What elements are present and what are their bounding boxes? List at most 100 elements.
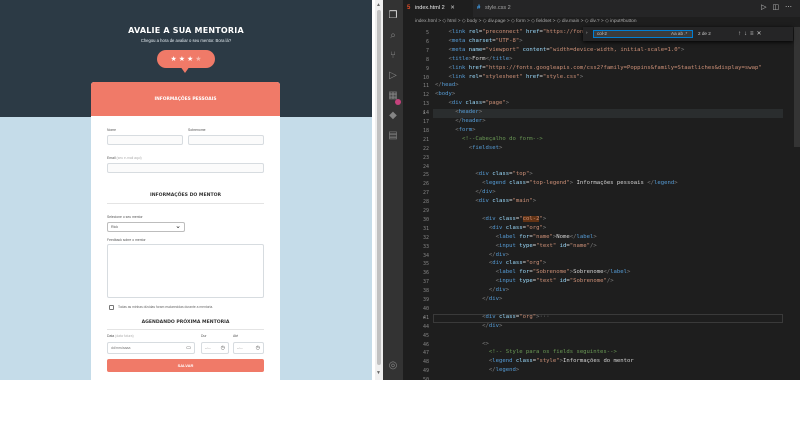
search-icon[interactable]: ⌕ [387, 30, 399, 42]
code-line[interactable]: <link rel="preconnect" href="https://fon… [435, 29, 593, 35]
editor-actions[interactable]: ▷ ◫ ⋯ [761, 3, 794, 11]
remote-icon[interactable]: ◆ [387, 110, 399, 122]
code-line[interactable]: <div class="org"> [435, 225, 546, 231]
code-line[interactable]: <div class="org">··· [435, 314, 549, 320]
code-line[interactable]: <link rel="stylesheet" href="style.css"> [435, 74, 583, 80]
star-icon[interactable]: ★ [187, 56, 193, 63]
end-time-input[interactable]: --:-- ◷ [233, 342, 264, 354]
close-icon[interactable]: ✕ [450, 5, 455, 11]
code-line[interactable]: <div class="org"> [435, 260, 546, 266]
code-line[interactable]: <legend class="style">Informações do men… [435, 358, 634, 364]
section-divider [107, 203, 264, 204]
code-line[interactable]: <body> [435, 91, 455, 97]
run-debug-icon[interactable]: ▷ [387, 70, 399, 82]
email-input[interactable] [107, 163, 264, 173]
current-line-highlight [433, 109, 783, 118]
scroll-thumb[interactable] [377, 10, 381, 365]
clock-icon[interactable]: ◷ [256, 345, 260, 351]
code-line[interactable]: <div class="page"> [435, 100, 509, 106]
notification-badge [395, 99, 401, 105]
code-line[interactable]: <!-- Style para os fields seguintes--> [435, 349, 617, 355]
star-icon[interactable]: ★ [195, 56, 201, 63]
preview-scrollbar[interactable]: ▲ ▼ [375, 0, 383, 380]
find-nav-icons[interactable]: ↑↓≡✕ [738, 30, 765, 37]
code-line[interactable]: </head> [435, 82, 459, 88]
doubts-checkbox[interactable] [109, 305, 114, 310]
mentor-select[interactable]: Rick [107, 222, 185, 232]
find-widget: › col-2 Aa ab .* 2 de 2 ↑↓≡✕ [583, 27, 793, 41]
code-line[interactable]: <div class="top"> [435, 171, 532, 177]
clock-icon[interactable]: ◷ [221, 345, 225, 351]
email-label: Email (seu e-mail aqui) [107, 156, 142, 160]
line-number: 37 [422, 279, 429, 286]
line-number: 28 [422, 199, 429, 206]
match-count: 2 de 2 [698, 31, 711, 36]
find-options[interactable]: Aa ab .* [671, 31, 687, 36]
account-icon[interactable]: ◎ [387, 360, 399, 372]
code-line[interactable]: <input type="text" id="name"/> [435, 243, 597, 249]
code-line[interactable]: </legend> [435, 367, 519, 373]
line-number: 46 [422, 341, 429, 348]
form-card: INFORMAÇÕES PESSOAIS Nome Sobrenome Emai… [91, 82, 280, 380]
line-number: 10 [422, 74, 429, 81]
scroll-thumb[interactable] [794, 27, 800, 147]
code-line[interactable]: </div> [435, 323, 502, 329]
code-line[interactable]: </div> [435, 296, 502, 302]
code-line[interactable]: </header> [435, 118, 485, 124]
calendar-icon[interactable]: ▭ [186, 345, 191, 351]
scroll-up-icon[interactable]: ▲ [376, 2, 381, 8]
editor-scrollbar[interactable] [794, 27, 800, 380]
start-time-input[interactable]: --:-- ◷ [201, 342, 229, 354]
feedback-textarea[interactable] [107, 244, 264, 298]
fold-chevron-icon[interactable]: › [423, 315, 425, 321]
testing-icon[interactable]: ▤ [387, 130, 399, 142]
code-line[interactable]: </div> [435, 252, 509, 258]
line-number: 34 [422, 252, 429, 259]
save-button[interactable]: SALVAR [107, 359, 264, 372]
tab-index-html[interactable]: 5 index.html 2 ✕ [403, 0, 473, 17]
surname-input[interactable] [188, 135, 264, 145]
line-number: 14 [422, 110, 429, 117]
code-line[interactable]: <input type="text" id="Sobrenome"/> [435, 278, 614, 284]
code-line[interactable]: <!--Cabeçalho do form--> [435, 136, 543, 142]
code-line[interactable]: <link href="https://fonts.googleapis.com… [435, 65, 761, 71]
source-control-icon[interactable]: ⑂ [387, 50, 399, 62]
code-line[interactable]: <label for="name">Nome</label> [435, 234, 597, 240]
code-line[interactable]: </div> [435, 287, 509, 293]
scroll-down-icon[interactable]: ▼ [376, 370, 381, 376]
line-number: 45 [422, 332, 429, 339]
code-line[interactable]: <fieldset> [435, 145, 503, 151]
fold-chevron-icon[interactable]: › [423, 110, 425, 116]
explorer-icon[interactable]: ❐ [387, 10, 399, 22]
line-number: 32 [422, 234, 429, 241]
code-line[interactable]: <> [435, 341, 489, 347]
chevron-right-icon[interactable]: › [586, 30, 588, 35]
line-number: 25 [422, 172, 429, 179]
code-line[interactable]: <div class="col-2"> [435, 215, 546, 222]
star-icon[interactable]: ★ [170, 56, 176, 63]
line-number: 12 [422, 92, 429, 99]
line-number: 49 [422, 368, 429, 375]
line-number: 24 [422, 163, 429, 170]
star-icon[interactable]: ★ [179, 56, 185, 63]
line-number: 9 [425, 65, 429, 72]
code-line[interactable]: <meta charset="UTF-8"> [435, 38, 522, 44]
code-line[interactable]: <form> [435, 127, 475, 133]
code-line[interactable]: <meta name="viewport" content="width=dev… [435, 47, 684, 53]
code-line[interactable]: <header> [435, 109, 482, 115]
hero-subtitle: Chegou a hora de avaliar o seu mentor. B… [140, 38, 232, 43]
code-line[interactable]: <legend class="top-legend"> Informações … [435, 180, 677, 186]
breadcrumb[interactable]: index.html > ◇ html > ◇ body > ◇ div.pag… [403, 17, 800, 27]
code-line[interactable]: <div class="main"> [435, 198, 536, 204]
code-line[interactable]: </div> [435, 189, 495, 195]
tab-style-css[interactable]: # style.css 2 [473, 0, 535, 17]
date-input[interactable]: dd/mm/aaaa ▭ [107, 342, 195, 354]
name-input[interactable] [107, 135, 183, 145]
line-number: 31 [422, 225, 429, 232]
browser-preview: AVALIE A SUA MENTORIA Chegou a hora de a… [0, 0, 372, 380]
date-label: Data (data futura) [107, 334, 134, 338]
code-line[interactable]: <label for="Sobrenome">Sobrenome</label> [435, 269, 631, 275]
code-editor[interactable]: 5 6 7 8 9 10 11 12 13 14 › 17 18 21 22 23 24 25 26 27 28 29 30… [403, 27, 800, 380]
code-line[interactable]: <title>Form</title> [435, 56, 512, 62]
line-number: 29 [422, 208, 429, 214]
